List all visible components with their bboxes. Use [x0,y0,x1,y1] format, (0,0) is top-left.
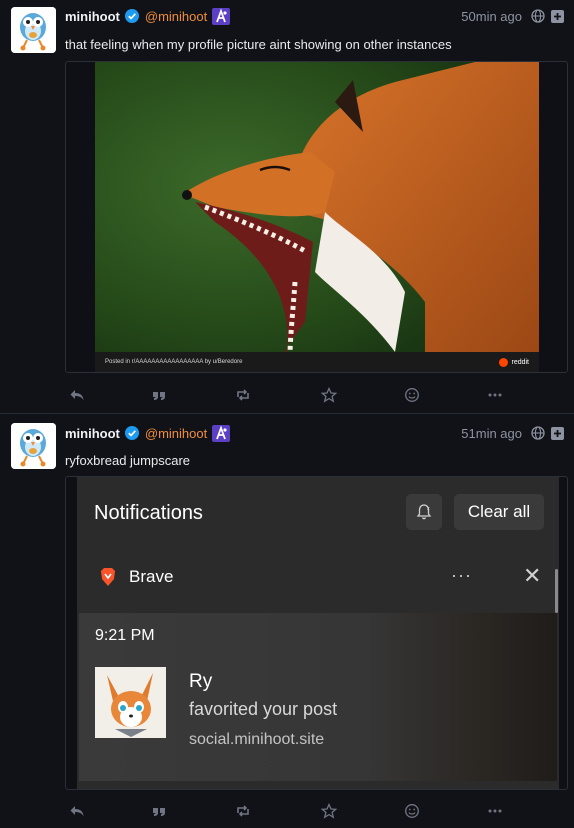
globe-icon [531,426,545,440]
react-button[interactable] [402,385,422,405]
owl-avatar-icon [11,7,56,53]
timestamp[interactable]: 50min ago [461,9,522,24]
pride-badge-icon [212,424,231,442]
display-name[interactable]: minihoot [65,426,120,441]
react-icon [405,804,419,818]
pride-badge-icon [212,7,231,25]
reddit-footer: Posted in r/AAAAAAAAAAAAAAAAA by u/Bered… [95,352,539,372]
post-header: minihoot @minihoot [65,424,231,442]
notification-source: social.minihoot.site [189,731,325,748]
owl-avatar-icon [11,423,56,469]
reddit-brand: reddit [511,358,529,366]
post: minihoot @minihoot 50min ago that feelin… [0,0,574,412]
verified-icon [124,426,139,440]
reddit-caption: Posted in r/AAAAAAAAAAAAAAAAA by u/Bered… [105,359,243,365]
reply-button[interactable] [67,385,87,405]
display-name[interactable]: minihoot [65,9,120,24]
fox-avatar-icon [95,667,166,738]
notification-message: favorited your post [189,699,338,719]
post: minihoot @minihoot 51min ago ryfoxbread … [0,414,574,828]
boost-button[interactable] [233,385,253,405]
notification-time: 9:21 PM [95,627,155,644]
quote-icon [153,392,165,400]
more-button[interactable] [485,385,505,405]
avatar[interactable] [11,423,56,469]
notification-user: Ry [189,671,213,692]
media-attachment[interactable]: Notifications z Clear all Brave ··· ✕ 9:… [65,476,568,790]
post-text: ryfoxbread jumpscare [65,453,190,468]
reddit-logo: reddit [499,357,529,367]
boost-icon [237,805,249,817]
expand-icon[interactable] [551,10,564,23]
post-actions [0,385,574,405]
notification-center: Notifications z Clear all Brave ··· ✕ 9:… [77,477,559,789]
boost-button[interactable] [233,801,253,821]
fox-photo [95,62,539,372]
favourite-icon [321,387,337,403]
quote-icon [153,808,165,816]
more-button[interactable] [485,801,505,821]
app-group-header: Brave ··· ✕ [77,555,559,601]
close-icon[interactable]: ✕ [523,563,541,589]
reddit-icon [499,357,509,367]
reply-icon [70,390,84,400]
post-actions [0,801,574,821]
brave-icon [101,568,115,586]
timestamp[interactable]: 51min ago [461,426,522,441]
favourite-button[interactable] [319,801,339,821]
post-header: minihoot @minihoot [65,7,231,25]
more-options-icon[interactable]: ··· [451,565,472,586]
clear-all-button[interactable]: Clear all [454,494,544,530]
expand-icon[interactable] [551,427,564,440]
boost-icon [237,389,249,401]
favourite-button[interactable] [319,385,339,405]
svg-text:z: z [427,506,430,512]
quote-button[interactable] [149,801,169,821]
post-text: that feeling when my profile picture ain… [65,37,452,52]
do-not-disturb-button[interactable]: z [406,494,442,530]
avatar[interactable] [11,7,56,53]
more-icon [488,809,502,813]
media-attachment[interactable]: Posted in r/AAAAAAAAAAAAAAAAA by u/Bered… [65,61,568,373]
verified-icon [124,9,139,23]
bell-snooze-icon: z [416,504,432,520]
reply-button[interactable] [67,801,87,821]
handle[interactable]: @minihoot [145,426,207,441]
handle[interactable]: @minihoot [145,9,207,24]
app-name: Brave [129,567,174,586]
reply-icon [70,806,84,816]
notification-title: Notifications [94,502,203,524]
react-button[interactable] [402,801,422,821]
scrollbar[interactable] [555,569,558,613]
react-icon [405,388,419,402]
globe-icon [531,9,545,23]
favourite-icon [321,803,337,819]
more-icon [488,393,502,397]
quote-button[interactable] [149,385,169,405]
notification-card[interactable]: 9:21 PM Ry favorited your post social.mi… [79,613,557,781]
notification-avatar [95,667,166,738]
